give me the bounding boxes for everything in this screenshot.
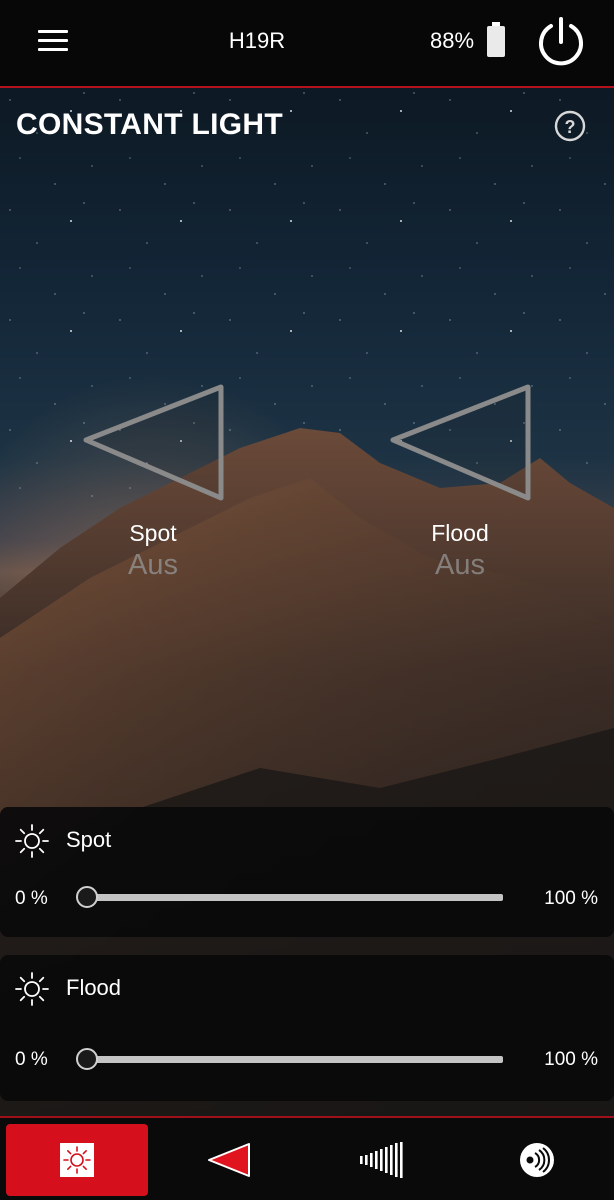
nav-beam[interactable] [158,1124,300,1196]
spot-brightness-panel: Spot 0 % 100 % [0,807,614,937]
flood-brightness-slider[interactable] [76,1048,503,1070]
flood-mode-status: Aus [435,549,485,581]
flood-brightness-panel: Flood 0 % 100 % [0,955,614,1101]
flood-mode-button[interactable]: Flood Aus [380,382,540,582]
spot-mode-label: Spot [129,520,177,546]
nav-constant-light[interactable] [6,1124,148,1196]
spot-max-label: 100 % [544,888,598,909]
help-icon[interactable]: ? [553,109,587,143]
spot-min-label: 0 % [15,888,48,909]
power-icon[interactable] [534,14,588,68]
brightness-icon [15,972,49,1006]
flood-mode-label: Flood [431,520,489,546]
top-bar: H19R 88% [0,0,614,88]
flood-beam-icon [390,384,531,501]
flood-slider-thumb[interactable] [76,1048,98,1070]
bottom-navigation [0,1116,614,1200]
brightness-icon [15,824,49,858]
sensor-icon [520,1143,554,1177]
spot-slider-label: Spot [66,827,112,852]
spot-slider-thumb[interactable] [76,886,98,908]
flood-max-label: 100 % [544,1049,598,1070]
svg-text:?: ? [565,117,576,137]
battery-icon [487,22,505,57]
nav-signal[interactable] [312,1124,454,1196]
spot-mode-button[interactable]: Spot Aus [73,382,233,582]
beam-icon [208,1143,250,1177]
constant-light-icon [60,1143,94,1177]
flood-slider-label: Flood [66,975,122,1000]
signal-bars-icon [360,1142,403,1178]
spot-beam-icon [83,384,224,501]
spot-brightness-slider[interactable] [76,886,503,908]
spot-mode-status: Aus [128,549,178,581]
page-title: CONSTANT LIGHT [16,108,283,141]
nav-sensor[interactable] [466,1124,608,1196]
battery-percentage: 88% [430,28,475,53]
flood-min-label: 0 % [15,1049,48,1070]
